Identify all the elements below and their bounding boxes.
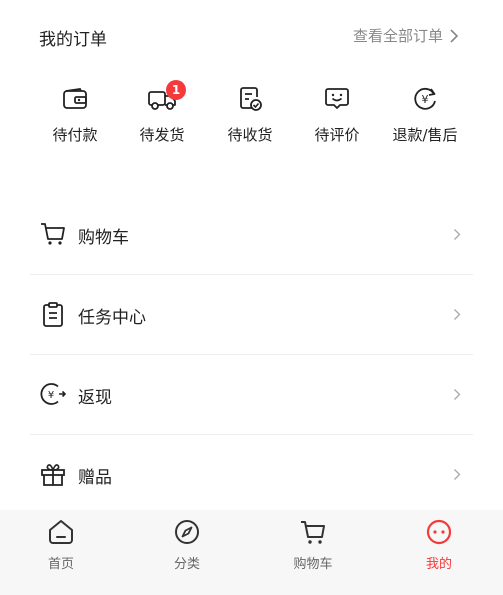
gift-icon: [41, 464, 65, 486]
face-icon: [426, 519, 452, 545]
menu-item-label: 赠品: [78, 468, 112, 488]
cart-icon: [41, 223, 65, 245]
status-refund-aftersale[interactable]: ¥ 退款/售后: [385, 85, 465, 155]
menu-item-gifts[interactable]: 赠品: [30, 435, 473, 515]
compass-icon: [175, 520, 199, 544]
nav-label: 我的: [425, 557, 452, 572]
menu-item-label: 任务中心: [78, 308, 146, 328]
nav-label: 首页: [47, 557, 74, 572]
nav-tab-category[interactable]: 分类: [147, 518, 227, 572]
view-all-orders-label: 查看全部订单: [352, 27, 443, 45]
status-label: 退款/售后: [392, 126, 458, 144]
order-status-row: 待付款 1 待发货 待收货 待评价 ¥ 退款/售后: [0, 80, 503, 155]
receipt-check-icon: [240, 87, 262, 111]
status-label: 待收货: [227, 126, 273, 144]
orders-title: 我的订单: [39, 30, 107, 50]
menu-item-cashback[interactable]: ¥ 返现: [30, 355, 473, 435]
view-all-orders-link[interactable]: 查看全部订单: [353, 25, 459, 46]
yuan-arrow-icon: ¥: [40, 383, 66, 405]
pending-shipment-badge: 1: [166, 80, 186, 100]
menu-list: 购物车 任务中心 ¥ 返现 赠品: [0, 195, 503, 515]
wallet-icon: [63, 88, 87, 109]
status-label: 待付款: [52, 126, 98, 144]
cart-icon: [301, 521, 325, 544]
yuan-refresh-icon: ¥: [414, 87, 436, 110]
menu-item-task-center[interactable]: 任务中心: [30, 275, 473, 355]
svg-text:¥: ¥: [48, 390, 54, 401]
home-icon: [49, 520, 73, 544]
orders-header: 我的订单 查看全部订单: [0, 0, 503, 70]
menu-item-label: 返现: [78, 388, 112, 408]
nav-tab-home[interactable]: 首页: [21, 518, 101, 572]
status-pending-payment[interactable]: 待付款: [35, 85, 115, 155]
nav-label: 购物车: [293, 557, 333, 572]
nav-tab-cart[interactable]: 购物车: [273, 518, 353, 572]
nav-tab-me[interactable]: 我的: [399, 518, 479, 572]
chevron-right-icon: [454, 389, 461, 400]
status-label: 待评价: [314, 126, 360, 144]
chevron-right-icon: [454, 469, 461, 480]
svg-text:¥: ¥: [422, 93, 429, 106]
status-pending-shipment[interactable]: 1 待发货: [122, 80, 202, 155]
chevron-right-icon: [454, 229, 461, 240]
menu-item-cart[interactable]: 购物车: [30, 195, 473, 275]
bottom-nav: 首页 分类 购物车 我的: [0, 510, 503, 595]
clipboard-icon: [43, 302, 63, 327]
nav-label: 分类: [173, 557, 200, 572]
chevron-right-icon: [450, 28, 459, 43]
chevron-right-icon: [454, 309, 461, 320]
status-pending-review[interactable]: 待评价: [297, 85, 377, 155]
status-label: 待发货: [139, 126, 185, 144]
smile-chat-icon: [325, 88, 349, 109]
menu-item-label: 购物车: [78, 228, 129, 248]
status-pending-receipt[interactable]: 待收货: [210, 85, 290, 155]
